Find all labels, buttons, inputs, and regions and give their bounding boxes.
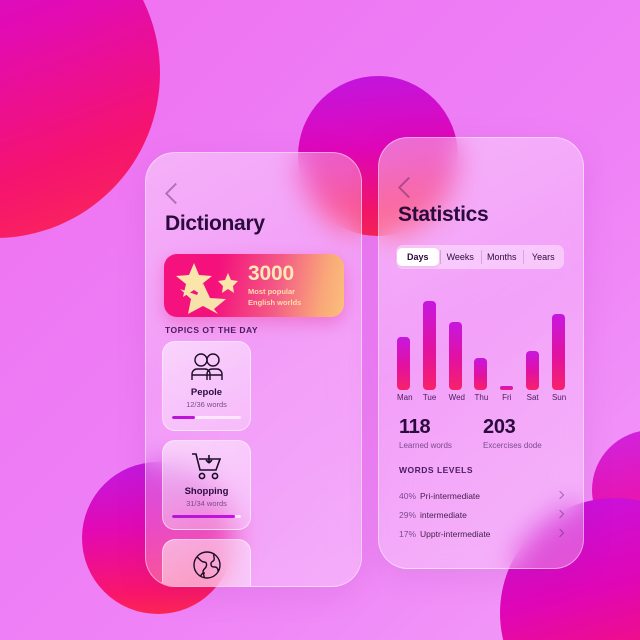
period-tabs: Days Weeks Months Years (396, 245, 564, 269)
chevron-right-icon[interactable] (555, 490, 565, 500)
topic-count: 12/36 words (186, 400, 227, 409)
globe-icon (163, 549, 250, 581)
chevron-right-icon[interactable] (555, 528, 565, 538)
level-name: Pri-intermediate (420, 490, 481, 501)
banner-caption-line1: Most popular (248, 287, 296, 296)
page-title: Dictionary (165, 212, 265, 235)
kpi-value: 203 (483, 416, 516, 438)
kpi-value: 118 (399, 416, 431, 438)
topic-name: Pepole (190, 387, 223, 398)
chart-label-sun: Sun (551, 393, 567, 402)
kpi-label: Excercises dode (483, 441, 542, 450)
topic-progress-bar (172, 415, 241, 419)
chart-label-thu: Thu (474, 393, 489, 402)
chart-label-sat: Sat (526, 393, 539, 402)
kpi-exercises-done: 203 Excercises dode (483, 416, 567, 450)
statistics-screen: Statistics Days Weeks Months Years Man T… (378, 137, 584, 569)
kpi-label: Learned words (399, 441, 452, 450)
chart-x-axis-labels: Man Tue Wed Thu Fri Sat Sun (397, 393, 567, 402)
words-levels-list: 40% Pri-intermediate 29% intermediate 17… (399, 486, 565, 543)
kpi-learned-words: 118 Learned words (399, 416, 483, 450)
topic-name: Travelling (163, 585, 250, 586)
chart-bar-sat[interactable] (526, 290, 540, 390)
chart-label-tue: Tue (422, 393, 437, 402)
tab-weeks[interactable]: Weeks (439, 248, 482, 266)
level-percent: 29% (399, 509, 417, 520)
topics-section-label: TOPICS OT THE DAY (165, 325, 259, 335)
chevron-right-icon[interactable] (555, 509, 565, 519)
level-percent: 17% (399, 528, 417, 539)
chart-bar-tue[interactable] (422, 290, 436, 390)
level-name: Upptr-intermediate (420, 528, 491, 539)
chart-label-mon: Man (397, 393, 413, 402)
page-title: Statistics (398, 203, 489, 226)
activity-bar-chart: Man Tue Wed Thu Fri Sat Sun (397, 290, 567, 410)
banner-number: 3000 (248, 262, 294, 285)
level-percent: 40% (399, 490, 417, 501)
topic-name: Shopping (184, 486, 229, 497)
topic-card-shopping[interactable]: Shopping 31/34 words (162, 440, 251, 530)
level-row-intermediate[interactable]: 29% intermediate (399, 505, 565, 524)
chart-label-fri: Fri (502, 393, 512, 402)
kpi-row: 118 Learned words 203 Excercises dode (399, 416, 569, 450)
level-name: intermediate (420, 509, 467, 520)
chevron-left-icon[interactable] (397, 176, 420, 199)
level-row-upper-intermediate[interactable]: 17% Upptr-intermediate (399, 524, 565, 543)
level-row-pre-intermediate[interactable]: 40% Pri-intermediate (399, 486, 565, 505)
topics-grid: Pepole 12/36 words Shopping 31/34 words (162, 341, 345, 586)
tab-days[interactable]: Days (397, 248, 439, 266)
banner-caption-line2: English worlds (248, 298, 302, 307)
chart-bar-wed[interactable] (448, 290, 462, 390)
chart-bar-sun[interactable] (551, 290, 565, 390)
levels-section-label: WORDS LEVELS (399, 465, 474, 475)
chart-label-wed: Wed (448, 393, 465, 402)
chart-bars (397, 290, 565, 390)
chart-bar-fri[interactable] (500, 290, 514, 390)
dictionary-screen: Dictionary 3000 Most popular English wor… (145, 152, 362, 587)
topic-card-people[interactable]: Pepole 12/36 words (162, 341, 251, 431)
tab-years[interactable]: Years (522, 248, 565, 266)
cart-icon (163, 450, 250, 482)
chart-bar-mon[interactable] (397, 290, 410, 390)
popular-words-banner[interactable]: 3000 Most popular English worlds (164, 254, 344, 317)
decorative-circle-top-left (0, 0, 160, 238)
chevron-left-icon[interactable] (164, 182, 187, 205)
tab-months[interactable]: Months (481, 248, 523, 266)
people-icon (163, 351, 250, 383)
stars-icon (172, 259, 244, 314)
chart-bar-thu[interactable] (474, 290, 488, 390)
topic-count: 31/34 words (186, 499, 227, 508)
topic-card-travelling[interactable]: Travelling 4/34 words (162, 539, 251, 586)
banner-caption: Most popular English worlds (248, 286, 334, 308)
topic-progress-bar (172, 514, 241, 518)
